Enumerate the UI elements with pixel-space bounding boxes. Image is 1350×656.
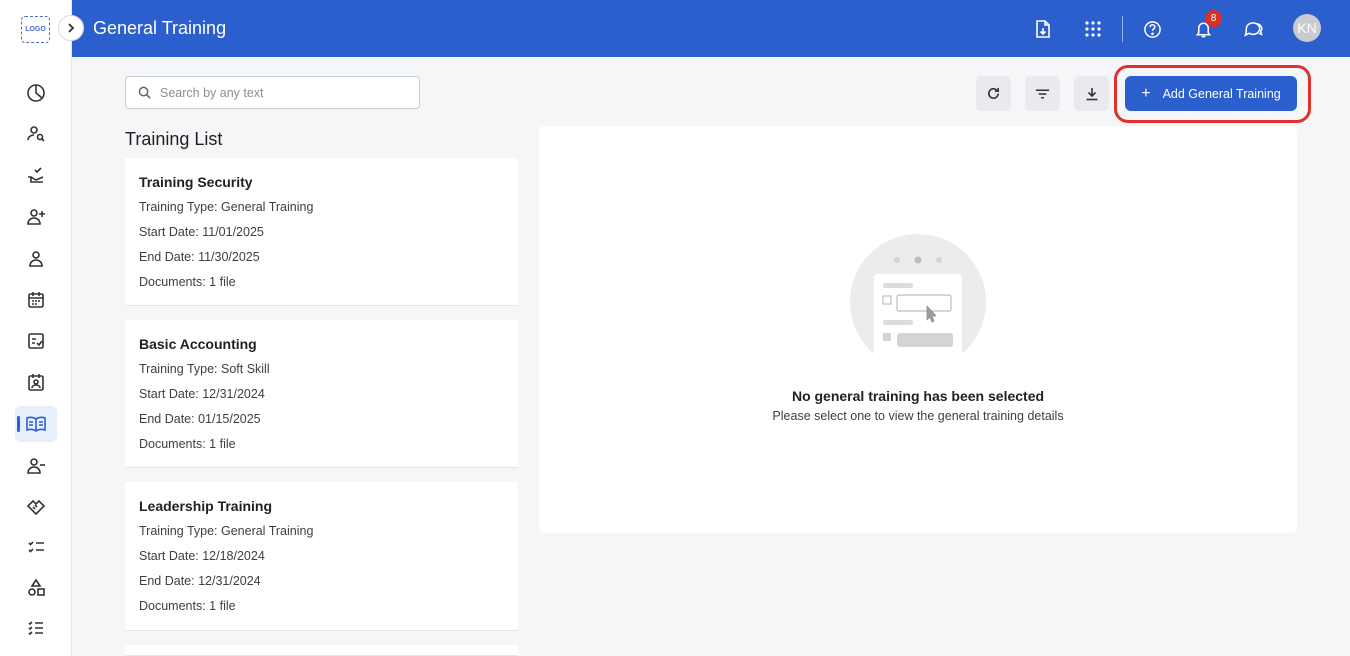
chat-icon — [1244, 21, 1263, 37]
training-start-date: Start Date: 11/01/2025 — [139, 225, 264, 239]
filter-icon — [1035, 89, 1050, 98]
training-start-date: Start Date: 12/18/2024 — [139, 549, 265, 563]
sidebar-expand-button[interactable] — [58, 15, 84, 41]
download-icon — [1086, 87, 1097, 100]
training-documents: Documents: 1 file — [139, 275, 236, 289]
sidebar-item-contact-card[interactable] — [15, 364, 57, 400]
recruitment-icon — [27, 126, 45, 142]
sidebar-item-training[interactable] — [15, 406, 57, 442]
training-list-item[interactable]: Basic Accounting Training Type: Soft Ski… — [125, 320, 518, 468]
training-detail-panel: No general training has been selected Pl… — [539, 126, 1297, 533]
list-icon — [28, 621, 43, 636]
training-title: Basic Accounting — [139, 336, 257, 352]
sidebar-item-shapes[interactable] — [15, 570, 57, 606]
refresh-icon — [988, 87, 999, 99]
sidebar-item-handshake[interactable] — [15, 489, 57, 525]
training-documents: Documents: 1 file — [139, 599, 236, 613]
apps-button[interactable] — [1078, 14, 1108, 44]
sidebar-item-add-employee[interactable] — [15, 199, 57, 235]
training-list-item[interactable]: Training Security Training Type: General… — [125, 158, 518, 306]
filter-button[interactable] — [1025, 76, 1060, 111]
dashboard-icon — [27, 84, 45, 102]
export-document-button[interactable] — [1028, 14, 1058, 44]
highlight-annotation — [1114, 65, 1311, 123]
training-list-item[interactable]: Leadership Training Training Type: Gener… — [125, 482, 518, 631]
search-input[interactable] — [160, 85, 400, 100]
search-box[interactable] — [125, 76, 420, 109]
training-start-date: Start Date: 12/31/2024 — [139, 387, 265, 401]
sidebar-item-list[interactable] — [15, 610, 57, 646]
empty-state-subtitle: Please select one to view the general tr… — [772, 409, 1064, 423]
sidebar: LOGO — [0, 0, 72, 656]
sidebar-item-onboarding[interactable] — [15, 157, 57, 193]
messages-button[interactable] — [1238, 14, 1268, 44]
apps-grid-icon — [1085, 21, 1101, 37]
onboarding-icon — [28, 167, 44, 183]
training-list-title: Training List — [125, 129, 223, 149]
training-type: Training Type: General Training — [139, 524, 314, 538]
sidebar-item-calendar[interactable] — [15, 282, 57, 318]
shapes-icon — [28, 578, 45, 596]
training-type: Training Type: Soft Skill — [139, 362, 270, 376]
training-end-date: End Date: 12/31/2024 — [139, 574, 261, 588]
calendar-icon — [28, 292, 44, 308]
file-download-icon — [1036, 20, 1050, 38]
evaluation-icon — [28, 333, 44, 349]
download-button[interactable] — [1074, 76, 1109, 111]
checklist-icon — [28, 541, 44, 553]
header-divider — [1122, 16, 1123, 42]
chevron-right-icon — [68, 23, 75, 33]
employee-icon — [29, 251, 43, 267]
sidebar-item-recruitment[interactable] — [15, 116, 57, 152]
help-button[interactable] — [1137, 14, 1167, 44]
sidebar-item-evaluation[interactable] — [15, 323, 57, 359]
training-title: Leadership Training — [139, 498, 273, 514]
training-type: Training Type: General Training — [139, 200, 314, 214]
page-title: General Training — [93, 18, 227, 38]
sidebar-item-dashboard[interactable] — [15, 75, 57, 111]
training-documents: Documents: 1 file — [139, 437, 236, 451]
add-employee-icon — [27, 209, 45, 225]
training-title: Training Security — [139, 174, 253, 190]
search-icon — [138, 86, 151, 99]
training-list-item[interactable] — [125, 645, 518, 656]
sidebar-item-offboarding[interactable] — [15, 448, 57, 484]
training-end-date: End Date: 11/30/2025 — [139, 250, 260, 264]
empty-state-title: No general training has been selected — [791, 388, 1045, 404]
user-avatar[interactable]: KN — [1293, 14, 1321, 42]
top-header: General Training 8 KN — [72, 0, 1350, 57]
training-end-date: End Date: 01/15/2025 — [139, 412, 261, 426]
refresh-button[interactable] — [976, 76, 1011, 111]
training-book-icon — [26, 416, 46, 432]
contact-card-icon — [28, 374, 44, 391]
help-icon — [1143, 20, 1161, 38]
sidebar-item-employee[interactable] — [15, 241, 57, 277]
sidebar-item-checklist[interactable] — [15, 529, 57, 565]
app-logo: LOGO — [21, 16, 50, 43]
handshake-icon — [26, 499, 46, 516]
empty-state-illustration — [850, 234, 986, 370]
notification-count-badge: 8 — [1205, 10, 1222, 27]
offboarding-icon — [27, 458, 45, 474]
